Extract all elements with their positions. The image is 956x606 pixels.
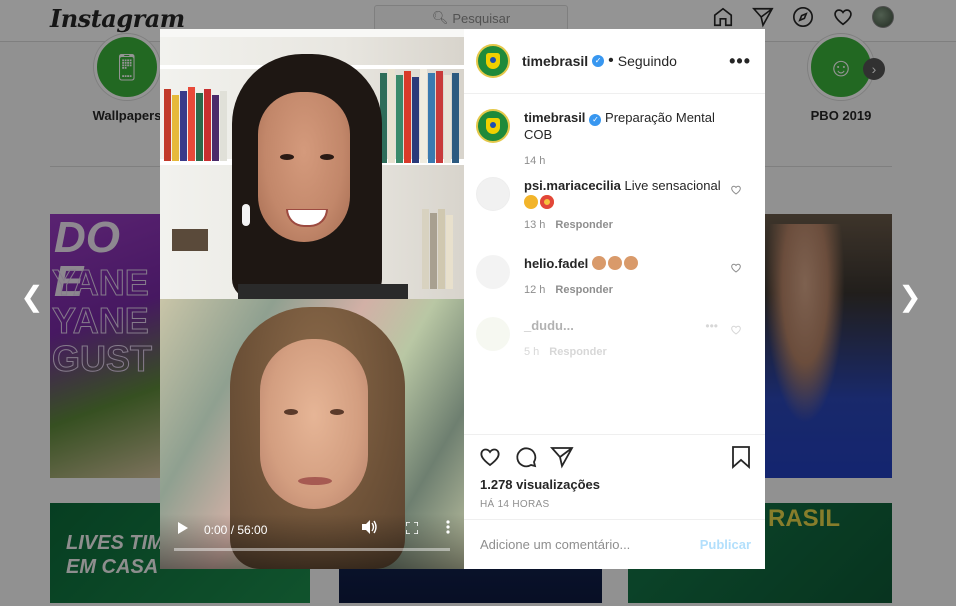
- separator-dot: •: [608, 52, 614, 69]
- reply-button[interactable]: Responder: [549, 346, 606, 358]
- post-header: timebrasil ✓ • Seguindo •••: [464, 29, 765, 94]
- play-icon[interactable]: [178, 521, 188, 539]
- video-controls: 0:00 / 56:00: [160, 514, 464, 569]
- commenter-avatar[interactable]: [476, 317, 510, 351]
- shield-icon: [486, 118, 500, 134]
- verified-icon: ✓: [592, 55, 605, 67]
- comment-username[interactable]: helio.fadel: [524, 256, 588, 271]
- view-count[interactable]: 1.278 visualizações: [480, 477, 600, 492]
- comment-time: 13 h: [524, 219, 546, 231]
- comment-input[interactable]: Adicione um comentário...: [480, 537, 630, 552]
- clap-emoji-icon: [623, 256, 638, 270]
- video-progress-bar[interactable]: [174, 548, 450, 551]
- volume-icon[interactable]: [362, 520, 378, 539]
- clap-emoji-icon: [524, 195, 538, 209]
- clap-emoji-icon: [607, 256, 622, 270]
- comments-list: timebrasil ✓ Preparação Mental COB 14 h p…: [464, 95, 765, 435]
- more-options-icon[interactable]: •••: [705, 319, 718, 333]
- commenter-avatar[interactable]: [476, 177, 510, 211]
- comment-time: 5 h: [524, 346, 540, 358]
- like-comment-heart-icon[interactable]: [730, 324, 742, 336]
- caption-time: 14 h: [524, 155, 546, 167]
- post-username[interactable]: timebrasil: [522, 53, 588, 69]
- comment-username[interactable]: psi.mariacecilia: [524, 178, 621, 193]
- share-paper-plane-icon[interactable]: [550, 445, 574, 469]
- publish-button[interactable]: Publicar: [700, 537, 751, 552]
- verified-icon: ✓: [589, 114, 602, 126]
- caption-username[interactable]: timebrasil: [524, 110, 585, 125]
- pencil-cup: [172, 229, 208, 251]
- books: [422, 209, 454, 289]
- video-player[interactable]: 0:00 / 56:00: [160, 29, 464, 569]
- video-time: 0:00 / 56:00: [204, 522, 268, 537]
- bookmark-icon[interactable]: [729, 445, 753, 469]
- commenter-avatar[interactable]: [476, 255, 510, 289]
- heart-eyes-emoji-icon: [540, 195, 554, 209]
- shield-icon: [486, 53, 500, 69]
- participant-2-mouth: [298, 477, 332, 485]
- more-options-icon[interactable]: [446, 520, 450, 539]
- fullscreen-icon[interactable]: [405, 520, 419, 539]
- like-comment-heart-icon[interactable]: [730, 262, 742, 274]
- like-comment-heart-icon[interactable]: [730, 184, 742, 196]
- clap-emoji-icon: [591, 256, 606, 270]
- more-options-icon[interactable]: •••: [729, 51, 751, 72]
- books: [164, 87, 228, 161]
- reply-button[interactable]: Responder: [555, 219, 612, 231]
- post-details-panel: timebrasil ✓ • Seguindo ••• timebrasil ✓ …: [464, 29, 765, 569]
- reply-button[interactable]: Responder: [555, 284, 612, 296]
- video-top-participant: [160, 29, 464, 324]
- post-timestamp: HÁ 14 HORAS: [480, 499, 550, 510]
- participant-1: [228, 54, 408, 324]
- comment-bubble-icon[interactable]: [514, 445, 538, 469]
- comment-form: Adicione um comentário... Publicar: [464, 519, 765, 569]
- post-actions: 1.278 visualizações HÁ 14 HORAS: [464, 434, 765, 520]
- books: [380, 69, 460, 163]
- like-heart-icon[interactable]: [478, 445, 502, 469]
- timebrasil-avatar[interactable]: [476, 44, 510, 78]
- previous-post-arrow-icon[interactable]: ❮: [18, 283, 46, 311]
- comment-time: 12 h: [524, 284, 546, 296]
- follow-status[interactable]: Seguindo: [618, 53, 677, 69]
- timebrasil-avatar[interactable]: [476, 109, 510, 143]
- next-post-arrow-icon[interactable]: ❯: [896, 283, 924, 311]
- comment-username[interactable]: _dudu...: [524, 318, 574, 333]
- comment-text: Live sensacional: [624, 178, 721, 193]
